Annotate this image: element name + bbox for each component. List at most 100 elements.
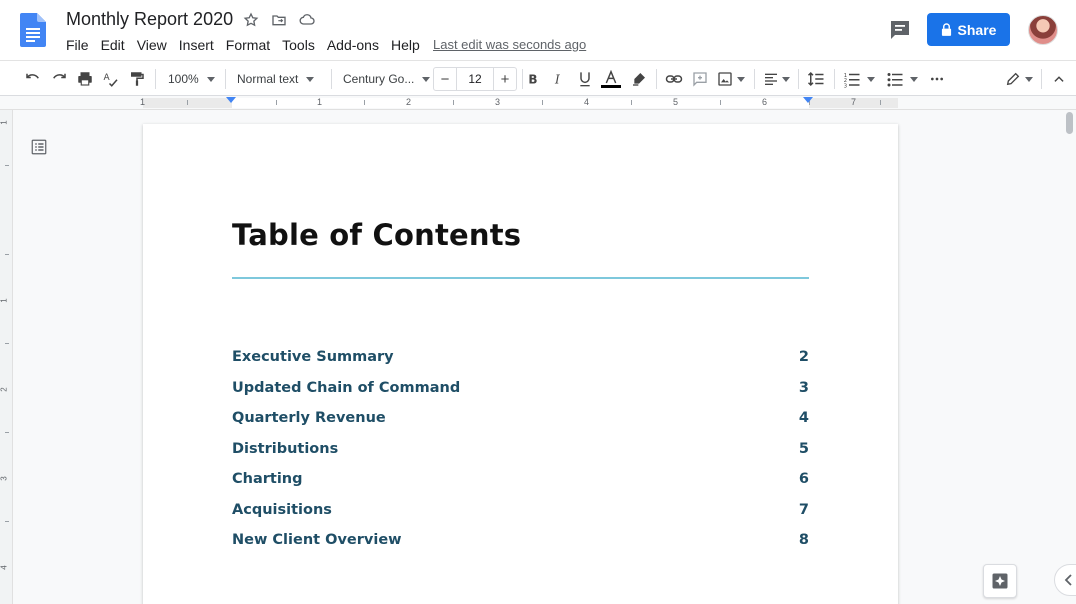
document-page[interactable]: Table of Contents Executive Summary 2 Up… [143,124,898,604]
toc-page-number: 4 [798,410,809,427]
right-indent-marker[interactable] [803,97,813,103]
numbered-list-icon[interactable]: 123 [840,67,878,91]
chevron-down-icon [422,76,431,82]
menu-insert[interactable]: Insert [173,36,220,54]
toc-label: Quarterly Revenue [232,410,386,427]
toc-entry[interactable]: Executive Summary 2 [232,342,809,373]
redo-icon[interactable] [48,67,70,91]
menu-tools[interactable]: Tools [276,36,321,54]
toc-page-number: 3 [798,379,809,396]
share-button[interactable]: Share [927,13,1010,46]
menu-help[interactable]: Help [385,36,426,54]
docs-logo-icon[interactable] [20,13,46,47]
comment-history-icon[interactable] [888,18,912,42]
menu-format[interactable]: Format [220,36,276,54]
text-color-icon[interactable] [600,67,622,91]
explore-button[interactable] [983,564,1017,598]
last-edit-link[interactable]: Last edit was seconds ago [433,37,586,52]
toc-entry[interactable]: Updated Chain of Command 3 [232,373,809,404]
explore-icon [992,573,1008,589]
underline-icon[interactable] [575,67,595,91]
style-select[interactable]: Normal text [232,67,324,91]
spellcheck-icon[interactable]: A [100,67,122,91]
cloud-status-icon[interactable] [298,11,316,29]
chevron-down-icon [781,76,790,82]
font-size-stepper: − 12 + [433,67,517,91]
bulleted-list-icon[interactable] [882,67,922,91]
font-select[interactable]: Century Go... [337,67,431,91]
move-folder-icon[interactable] [270,11,288,29]
svg-text:I: I [554,73,560,87]
chevron-down-icon [306,76,315,82]
undo-icon[interactable] [22,67,44,91]
zoom-value: 100% [168,72,199,86]
zoom-select[interactable]: 100% [162,67,218,91]
menu-edit[interactable]: Edit [95,36,131,54]
star-icon[interactable] [242,11,260,29]
toc-page-number: 5 [798,440,809,457]
avatar[interactable] [1028,15,1058,45]
collapse-icon[interactable] [1048,67,1070,91]
increase-font-size-button[interactable]: + [494,71,516,88]
ruler-number: 6 [762,97,768,107]
ruler-tick [5,432,9,433]
ruler-tick [187,100,188,105]
image-icon[interactable] [714,67,748,91]
document-outline-icon[interactable] [30,138,48,156]
ruler-tick [542,100,543,105]
toc-entry[interactable]: New Client Overview 8 [232,525,809,556]
ruler-tick [720,100,721,105]
toc-label: Updated Chain of Command [232,379,461,396]
document-title[interactable]: Monthly Report 2020 [66,9,233,30]
print-icon[interactable] [74,67,96,91]
left-indent-marker[interactable] [226,97,236,103]
chevron-left-icon [1064,574,1072,586]
more-icon[interactable] [926,67,948,91]
font-size-input[interactable]: 12 [456,68,494,90]
toolbar-divider [155,69,156,89]
svg-text:3: 3 [844,83,847,88]
toc-label: Acquisitions [232,501,332,518]
toc-entry[interactable]: Quarterly Revenue 4 [232,403,809,434]
ruler-tick [276,100,277,105]
toc-label: Charting [232,471,303,488]
horizontal-ruler[interactable]: 1 1 2 3 4 5 6 7 [0,96,1076,110]
font-value: Century Go... [343,72,415,86]
toolbar-divider [656,69,657,89]
vertical-ruler[interactable]: 1 1 2 3 4 [0,110,13,604]
share-label: Share [957,21,997,38]
line-spacing-icon[interactable] [804,67,828,91]
ruler-number: 4 [584,97,590,107]
bold-icon[interactable]: B [523,67,543,91]
ruler-tick [5,521,9,522]
toc-entry[interactable]: Acquisitions 7 [232,495,809,526]
side-panel-toggle[interactable] [1054,564,1076,596]
page-heading: Table of Contents [232,218,522,252]
paint-format-icon[interactable] [126,67,148,91]
highlight-icon[interactable] [628,67,650,91]
decrease-font-size-button[interactable]: − [434,71,456,88]
scrollbar-thumb[interactable] [1066,112,1073,134]
editing-mode-icon[interactable] [1002,67,1036,91]
chevron-down-icon [910,76,918,82]
comment-icon[interactable] [689,67,711,91]
link-icon[interactable] [662,67,686,91]
menubar: File Edit View Insert Format Tools Add-o… [60,36,426,54]
menu-add-ons[interactable]: Add-ons [321,36,385,54]
ruler-number: 4 [0,565,9,570]
toc-entry[interactable]: Distributions 5 [232,434,809,465]
ruler-tick [364,100,365,105]
align-icon[interactable] [760,67,792,91]
ruler-number: 2 [0,387,9,392]
ruler-number: 1 [140,97,146,107]
ruler-number: 3 [0,476,9,481]
svg-text:A: A [104,73,111,83]
italic-icon[interactable]: I [549,67,569,91]
ruler-number: 1 [317,97,323,107]
menu-file[interactable]: File [60,36,95,54]
ruler-tick [453,100,454,105]
ruler-number: 3 [495,97,501,107]
toolbar-divider [798,69,799,89]
menu-view[interactable]: View [131,36,173,54]
toc-entry[interactable]: Charting 6 [232,464,809,495]
